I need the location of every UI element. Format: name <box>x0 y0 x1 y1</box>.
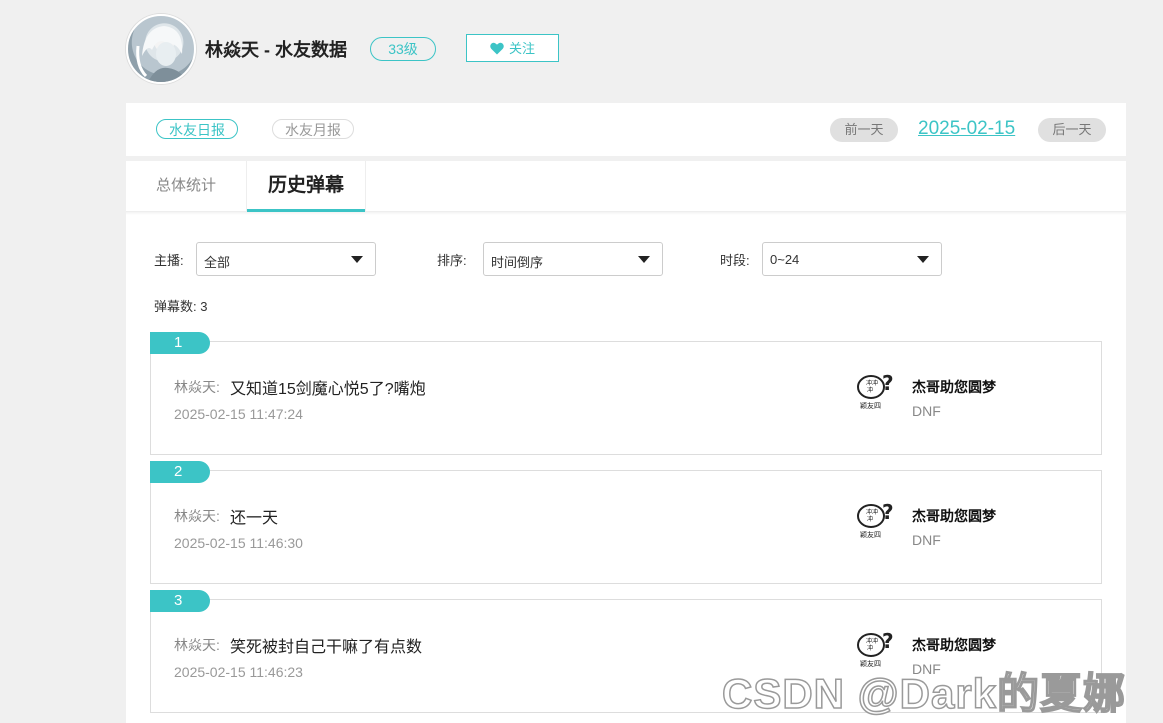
level-badge: 33级 <box>370 37 436 61</box>
main-panel: 总体统计 历史弹幕 主播: 全部 排序: 时间倒序 时段: 0~24 弹幕数: … <box>126 161 1126 723</box>
svg-text:冲冲: 冲冲 <box>866 508 878 516</box>
message-text: 笑死被封自己干嘛了有点数 <box>230 639 423 656</box>
svg-text:冲: 冲 <box>867 515 873 523</box>
message-time: 2025-02-15 11:46:23 <box>174 664 303 680</box>
anchor-filter-label: 主播: <box>154 253 184 268</box>
message-author: 林焱天: <box>174 379 220 395</box>
sort-select-value: 时间倒序 <box>491 255 544 270</box>
heart-icon <box>490 37 504 65</box>
divider <box>126 212 1126 215</box>
svg-text:?: ? <box>882 371 894 395</box>
streamer-game: DNF <box>912 403 941 419</box>
streamer-game: DNF <box>912 532 941 548</box>
follow-label: 关注 <box>508 41 535 56</box>
svg-text:冲冲: 冲冲 <box>866 379 878 387</box>
chevron-down-icon <box>638 256 650 263</box>
message-time: 2025-02-15 11:47:24 <box>174 406 303 422</box>
danmaku-card: 1 林焱天: 又知道15剑魔心悦5了?嘴炮 2025-02-15 11:47:2… <box>150 332 1102 455</box>
tab-bar: 总体统计 历史弹幕 <box>126 161 1126 212</box>
tab-history-danmaku[interactable]: 历史弹幕 <box>246 161 366 212</box>
report-bar: 水友日报 水友月报 前一天 2025-02-15 后一天 <box>126 103 1126 156</box>
user-avatar[interactable] <box>126 14 196 84</box>
message-text: 还一天 <box>230 510 279 527</box>
svg-text:冲冲: 冲冲 <box>866 637 878 645</box>
sort-select[interactable]: 时间倒序 <box>483 242 663 276</box>
prev-day-button[interactable]: 前一天 <box>830 118 898 142</box>
period-select-value: 0~24 <box>770 252 800 267</box>
csdn-watermark: CSDN @Dark的夏娜 <box>721 669 1127 718</box>
page-title: 林焱天 - 水友数据 <box>205 40 347 60</box>
card-index-badge: 2 <box>150 461 210 483</box>
card-index-badge: 1 <box>150 332 210 354</box>
svg-text:冲: 冲 <box>867 644 873 652</box>
streamer-name[interactable]: 杰哥助您圆梦 <box>912 506 996 526</box>
daily-report-tab[interactable]: 水友日报 <box>156 119 238 139</box>
streamer-name[interactable]: 杰哥助您圆梦 <box>912 635 996 655</box>
period-filter-label: 时段: <box>720 253 750 268</box>
anchor-select[interactable]: 全部 <box>196 242 376 276</box>
danmaku-card: 2 林焱天: 还一天 2025-02-15 11:46:30 冲冲 冲 ? 颖友… <box>150 461 1102 584</box>
message-text: 又知道15剑魔心悦5了?嘴炮 <box>230 381 426 398</box>
message-author: 林焱天: <box>174 637 220 653</box>
streamer-logo-icon[interactable]: 冲冲 冲 ? 颖友四 <box>851 499 899 543</box>
message-time: 2025-02-15 11:46:30 <box>174 535 303 551</box>
next-day-button[interactable]: 后一天 <box>1038 118 1106 142</box>
page-header: 林焱天 - 水友数据 33级 关注 <box>0 0 1163 100</box>
svg-text:?: ? <box>882 629 894 653</box>
follow-button[interactable]: 关注 <box>466 34 559 62</box>
date-picker-link[interactable]: 2025-02-15 <box>918 118 1015 140</box>
tab-overall-stats[interactable]: 总体统计 <box>126 161 246 211</box>
streamer-logo-text: 颖友四 <box>860 530 881 539</box>
svg-text:冲: 冲 <box>867 386 873 394</box>
period-select[interactable]: 0~24 <box>762 242 942 276</box>
monthly-report-tab[interactable]: 水友月报 <box>272 119 354 139</box>
card-index-badge: 3 <box>150 590 210 612</box>
svg-text:?: ? <box>882 500 894 524</box>
streamer-logo-icon[interactable]: 冲冲 冲 ? 颖友四 <box>851 370 899 414</box>
message-author: 林焱天: <box>174 508 220 524</box>
chevron-down-icon <box>917 256 929 263</box>
danmaku-count: 弹幕数: 3 <box>154 299 208 314</box>
anchor-select-value: 全部 <box>204 255 231 270</box>
streamer-name[interactable]: 杰哥助您圆梦 <box>912 377 996 397</box>
chevron-down-icon <box>351 256 363 263</box>
streamer-logo-text: 颖友四 <box>860 401 881 410</box>
sort-filter-label: 排序: <box>437 253 467 268</box>
